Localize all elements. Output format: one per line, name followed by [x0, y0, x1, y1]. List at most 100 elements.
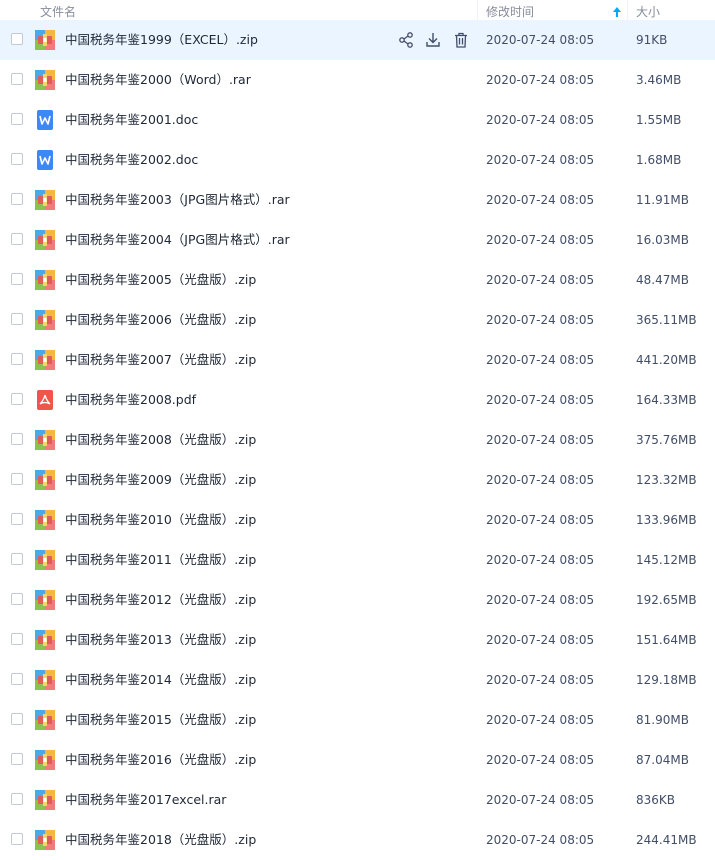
file-modified-time: 2020-07-24 08:05: [486, 193, 595, 207]
file-row[interactable]: 中国税务年鉴2008（光盘版）.zip 2020-07-24 08:05 375.7…: [0, 420, 715, 460]
archive-file-icon: [35, 590, 55, 610]
file-name[interactable]: 中国税务年鉴2013（光盘版）.zip: [65, 620, 256, 660]
file-size: 1.55MB: [636, 113, 682, 127]
file-row[interactable]: 中国税务年鉴2012（光盘版）.zip 2020-07-24 08:05 192.6…: [0, 580, 715, 620]
file-size: 48.47MB: [636, 273, 689, 287]
file-row[interactable]: 中国税务年鉴2010（光盘版）.zip 2020-07-24 08:05 133.9…: [0, 500, 715, 540]
file-row[interactable]: 中国税务年鉴2000（Word）.rar 2020-07-24 08:05 3.46…: [0, 60, 715, 100]
row-checkbox[interactable]: [11, 33, 23, 45]
file-modified-time: 2020-07-24 08:05: [486, 513, 595, 527]
file-row[interactable]: 中国税务年鉴2016（光盘版）.zip 2020-07-24 08:05 87.04…: [0, 740, 715, 780]
file-row[interactable]: 中国税务年鉴1999（EXCEL）.zip 2020-07-24 08:05 91K…: [0, 20, 715, 60]
row-checkbox[interactable]: [11, 193, 23, 205]
file-size: 91KB: [636, 33, 668, 47]
row-checkbox[interactable]: [11, 793, 23, 805]
download-icon[interactable]: [424, 31, 442, 49]
file-modified-time: 2020-07-24 08:05: [486, 433, 595, 447]
file-modified-time: 2020-07-24 08:05: [486, 593, 595, 607]
file-modified-time: 2020-07-24 08:05: [486, 33, 595, 47]
archive-file-icon: [35, 630, 55, 650]
file-size: 3.46MB: [636, 73, 682, 87]
file-name[interactable]: 中国税务年鉴2010（光盘版）.zip: [65, 500, 256, 540]
delete-icon[interactable]: [452, 31, 470, 49]
row-checkbox[interactable]: [11, 673, 23, 685]
file-row[interactable]: 中国税务年鉴2005（光盘版）.zip 2020-07-24 08:05 48.47…: [0, 260, 715, 300]
file-row[interactable]: 中国税务年鉴2011（光盘版）.zip 2020-07-24 08:05 145.1…: [0, 540, 715, 580]
row-checkbox[interactable]: [11, 473, 23, 485]
file-name[interactable]: 中国税务年鉴2005（光盘版）.zip: [65, 260, 256, 300]
file-size: 365.11MB: [636, 313, 697, 327]
file-row[interactable]: 中国税务年鉴2004（JPG图片格式）.rar 2020-07-24 08:05 1…: [0, 220, 715, 260]
file-row[interactable]: 中国税务年鉴2014（光盘版）.zip 2020-07-24 08:05 129.1…: [0, 660, 715, 700]
archive-file-icon: [35, 510, 55, 530]
file-name[interactable]: 中国税务年鉴2014（光盘版）.zip: [65, 660, 256, 700]
file-name[interactable]: 中国税务年鉴2015（光盘版）.zip: [65, 700, 256, 740]
file-modified-time: 2020-07-24 08:05: [486, 353, 595, 367]
row-checkbox[interactable]: [11, 353, 23, 365]
row-checkbox[interactable]: [11, 73, 23, 85]
row-checkbox[interactable]: [11, 633, 23, 645]
file-size: 1.68MB: [636, 153, 682, 167]
file-name[interactable]: 中国税务年鉴2002.doc: [65, 140, 198, 180]
row-checkbox[interactable]: [11, 553, 23, 565]
file-name[interactable]: 中国税务年鉴2000（Word）.rar: [65, 60, 251, 100]
file-modified-time: 2020-07-24 08:05: [486, 113, 595, 127]
file-name[interactable]: 中国税务年鉴2012（光盘版）.zip: [65, 580, 256, 620]
row-checkbox[interactable]: [11, 313, 23, 325]
file-size: 836KB: [636, 793, 676, 807]
row-checkbox[interactable]: [11, 233, 23, 245]
file-size: 145.12MB: [636, 553, 697, 567]
archive-file-icon: [35, 230, 55, 250]
row-checkbox[interactable]: [11, 513, 23, 525]
row-checkbox[interactable]: [11, 433, 23, 445]
archive-file-icon: [35, 830, 55, 850]
row-checkbox[interactable]: [11, 593, 23, 605]
row-checkbox[interactable]: [11, 113, 23, 125]
file-name[interactable]: 中国税务年鉴2003（JPG图片格式）.rar: [65, 180, 290, 220]
file-name[interactable]: 中国税务年鉴2008.pdf: [65, 380, 196, 420]
file-name[interactable]: 中国税务年鉴2004（JPG图片格式）.rar: [65, 220, 290, 260]
row-checkbox[interactable]: [11, 393, 23, 405]
archive-file-icon: [35, 550, 55, 570]
row-checkbox[interactable]: [11, 753, 23, 765]
file-row[interactable]: 中国税务年鉴2006（光盘版）.zip 2020-07-24 08:05 365.1…: [0, 300, 715, 340]
file-size: 151.64MB: [636, 633, 697, 647]
file-row[interactable]: 中国税务年鉴2017excel.rar 2020-07-24 08:05 836KB: [0, 780, 715, 820]
file-row[interactable]: 中国税务年鉴2002.doc 2020-07-24 08:05 1.68MB: [0, 140, 715, 180]
file-name[interactable]: 中国税务年鉴1999（EXCEL）.zip: [65, 20, 258, 60]
file-modified-time: 2020-07-24 08:05: [486, 233, 595, 247]
file-name[interactable]: 中国税务年鉴2017excel.rar: [65, 780, 226, 820]
file-size: 11.91MB: [636, 193, 689, 207]
file-modified-time: 2020-07-24 08:05: [486, 673, 595, 687]
file-name[interactable]: 中国税务年鉴2018（光盘版）.zip: [65, 820, 256, 860]
archive-file-icon: [35, 350, 55, 370]
file-row[interactable]: 中国税务年鉴2018（光盘版）.zip 2020-07-24 08:05 244.4…: [0, 820, 715, 860]
file-name[interactable]: 中国税务年鉴2006（光盘版）.zip: [65, 300, 256, 340]
file-modified-time: 2020-07-24 08:05: [486, 833, 595, 847]
file-name[interactable]: 中国税务年鉴2008（光盘版）.zip: [65, 420, 256, 460]
row-checkbox[interactable]: [11, 713, 23, 725]
row-checkbox[interactable]: [11, 273, 23, 285]
file-row[interactable]: 中国税务年鉴2009（光盘版）.zip 2020-07-24 08:05 123.3…: [0, 460, 715, 500]
file-row[interactable]: 中国税务年鉴2013（光盘版）.zip 2020-07-24 08:05 151.6…: [0, 620, 715, 660]
row-checkbox[interactable]: [11, 833, 23, 845]
file-modified-time: 2020-07-24 08:05: [486, 793, 595, 807]
file-name[interactable]: 中国税务年鉴2016（光盘版）.zip: [65, 740, 256, 780]
file-name[interactable]: 中国税务年鉴2001.doc: [65, 100, 198, 140]
file-row[interactable]: 中国税务年鉴2007（光盘版）.zip 2020-07-24 08:05 441.2…: [0, 340, 715, 380]
file-name[interactable]: 中国税务年鉴2007（光盘版）.zip: [65, 340, 256, 380]
word-file-icon: [35, 150, 55, 170]
file-row[interactable]: 中国税务年鉴2001.doc 2020-07-24 08:05 1.55MB: [0, 100, 715, 140]
file-size: 133.96MB: [636, 513, 697, 527]
share-icon[interactable]: [397, 31, 415, 49]
row-checkbox[interactable]: [11, 153, 23, 165]
file-name[interactable]: 中国税务年鉴2011（光盘版）.zip: [65, 540, 256, 580]
sort-ascending-icon[interactable]: [612, 6, 622, 18]
archive-file-icon: [35, 790, 55, 810]
file-row[interactable]: 中国税务年鉴2008.pdf 2020-07-24 08:05 164.33MB: [0, 380, 715, 420]
file-row[interactable]: 中国税务年鉴2015（光盘版）.zip 2020-07-24 08:05 81.90…: [0, 700, 715, 740]
file-row[interactable]: 中国税务年鉴2003（JPG图片格式）.rar 2020-07-24 08:05 1…: [0, 180, 715, 220]
file-modified-time: 2020-07-24 08:05: [486, 393, 595, 407]
archive-file-icon: [35, 190, 55, 210]
file-name[interactable]: 中国税务年鉴2009（光盘版）.zip: [65, 460, 256, 500]
